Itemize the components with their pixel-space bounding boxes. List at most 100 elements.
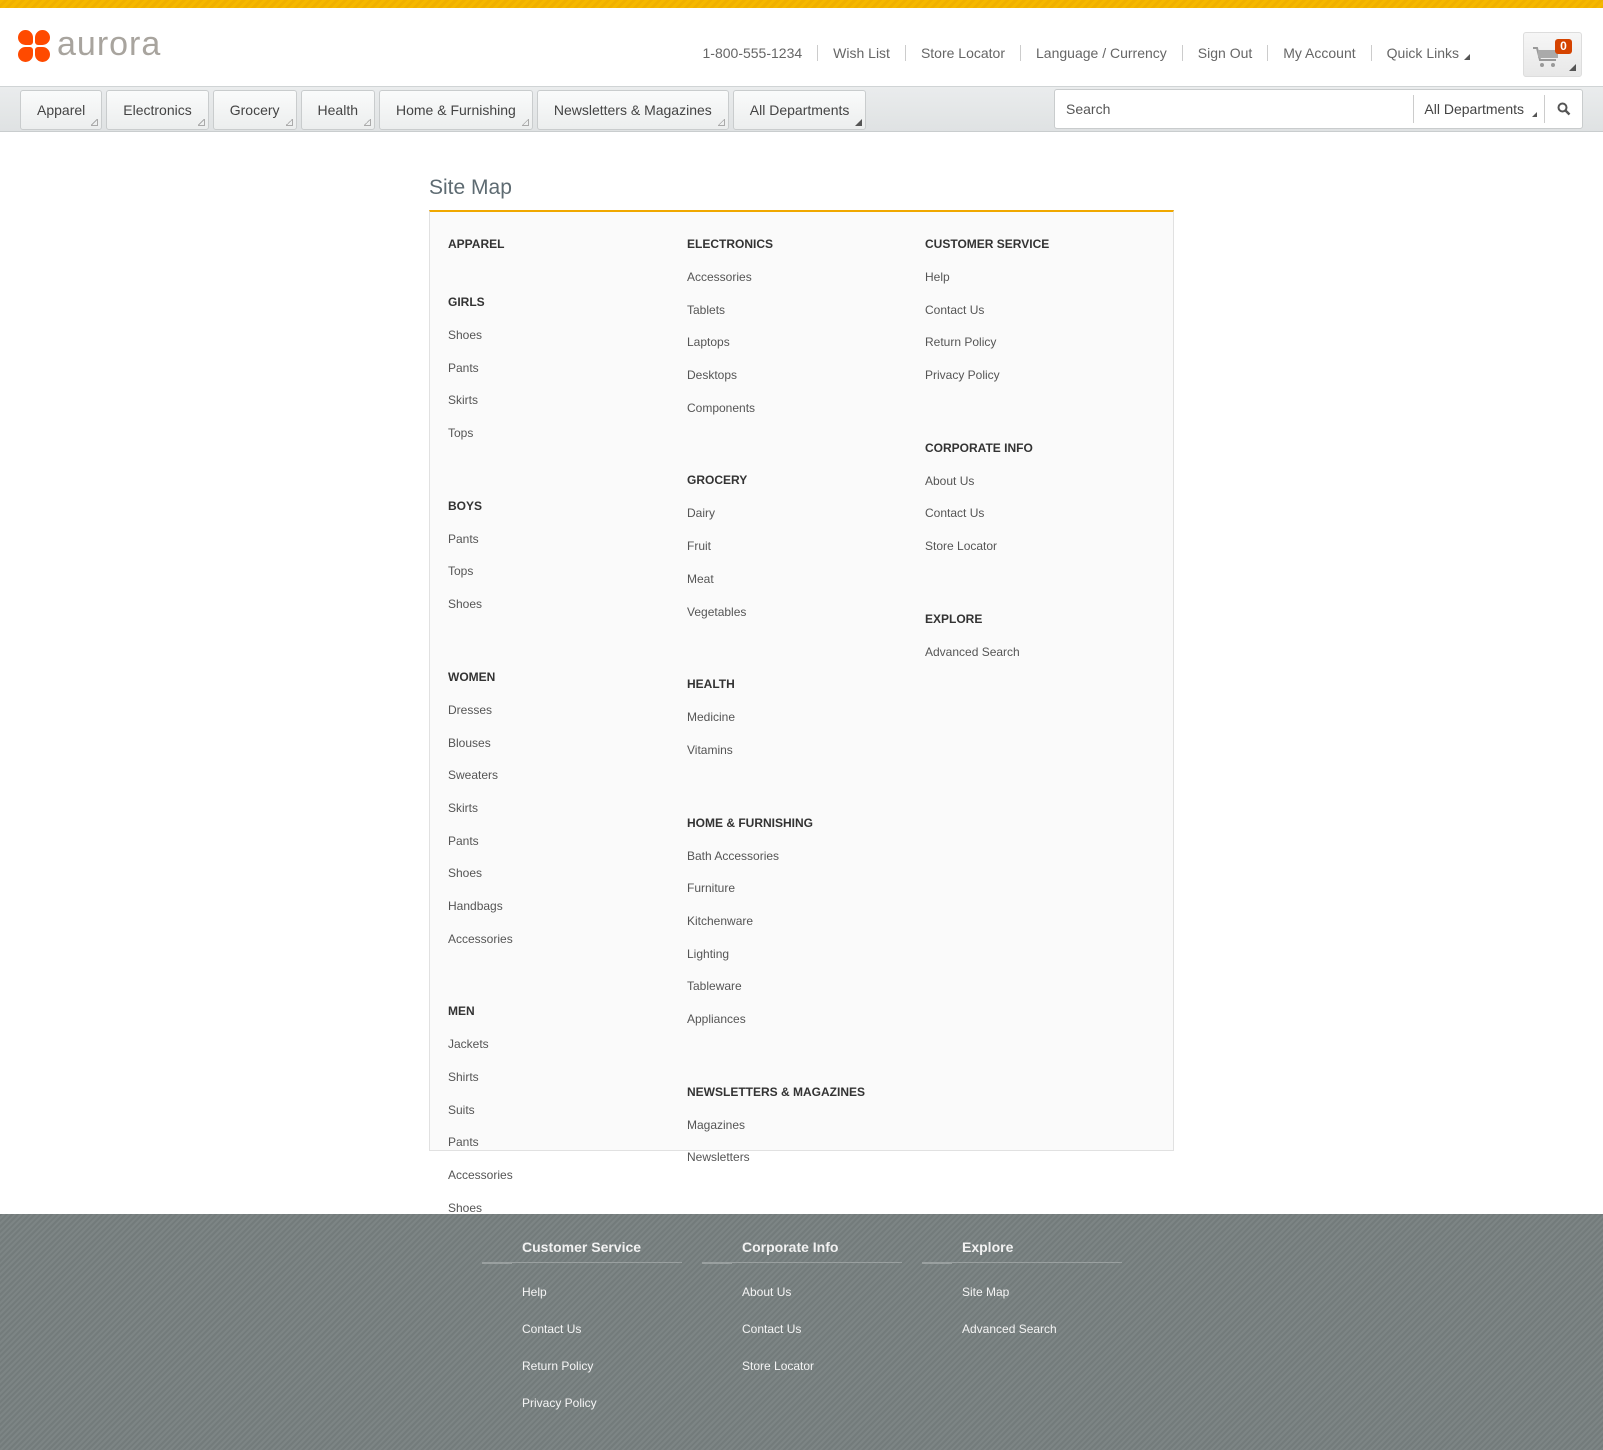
sitemap-section-electronics[interactable]: ELECTRONICS — [687, 212, 865, 270]
sitemap-link-dresses[interactable]: Dresses — [448, 703, 513, 736]
footer-link-return-policy[interactable]: Return Policy — [482, 1359, 682, 1396]
dept-tab-electronics[interactable]: Electronics — [106, 90, 209, 130]
sitemap-link-pants[interactable]: Pants — [448, 361, 513, 394]
quick-links-dropdown[interactable]: Quick Links — [1370, 45, 1485, 61]
sitemap-link-dairy[interactable]: Dairy — [687, 506, 865, 539]
wish-list-link[interactable]: Wish List — [817, 45, 905, 61]
sitemap-link-help[interactable]: Help — [925, 270, 1049, 303]
footer-link-contact-us[interactable]: Contact Us — [482, 1322, 682, 1359]
sitemap-section-men[interactable]: MEN — [448, 979, 513, 1037]
store-locator-link[interactable]: Store Locator — [904, 45, 1020, 61]
sitemap-section-home-and-furnishing[interactable]: HOME & FURNISHING — [687, 791, 865, 849]
sitemap-link-accessories[interactable]: Accessories — [687, 270, 865, 303]
footer-link-about-us[interactable]: About Us — [702, 1285, 902, 1322]
footer-link-privacy-policy[interactable]: Privacy Policy — [482, 1396, 682, 1433]
dept-tab-newsletters-magazines[interactable]: Newsletters & Magazines — [536, 90, 729, 130]
sitemap-link-contact-us[interactable]: Contact Us — [925, 506, 1049, 539]
footer-link-help[interactable]: Help — [482, 1285, 682, 1322]
sign-out-link[interactable]: Sign Out — [1181, 45, 1267, 61]
footer-link-list: About Us Contact Us Store Locator — [702, 1263, 902, 1396]
footer-heading-explore: Explore — [922, 1239, 1122, 1264]
sitemap-link-lighting[interactable]: Lighting — [687, 947, 865, 980]
dept-tab-home-furnishing[interactable]: Home & Furnishing — [379, 90, 533, 130]
sitemap-link-shoes[interactable]: Shoes — [448, 597, 513, 630]
sitemap-link-pants[interactable]: Pants — [448, 1135, 513, 1168]
footer-link-list: Help Contact Us Return Policy Privacy Polic… — [482, 1263, 682, 1433]
sitemap-link-shoes[interactable]: Shoes — [448, 866, 513, 899]
sitemap-section-girls[interactable]: GIRLS — [448, 270, 513, 328]
sitemap-section-women[interactable]: WOMEN — [448, 645, 513, 703]
dept-tab-grocery[interactable]: Grocery — [212, 90, 297, 130]
my-account-link[interactable]: My Account — [1267, 45, 1370, 61]
footer-link-site-map[interactable]: Site Map — [922, 1285, 1122, 1322]
search-department-select[interactable]: All Departments — [1413, 95, 1544, 123]
cart-button[interactable]: 0 — [1523, 32, 1582, 77]
search-bar: All Departments — [1054, 89, 1583, 129]
sitemap-link-pants[interactable]: Pants — [448, 532, 513, 565]
sitemap-link-handbags[interactable]: Handbags — [448, 899, 513, 932]
sitemap-link-tableware[interactable]: Tableware — [687, 979, 865, 1012]
sitemap-column-1: APPAREL GIRLS Shoes Pants Skirts Tops BOYS Pant… — [448, 212, 513, 1233]
sitemap-link-pants[interactable]: Pants — [448, 834, 513, 867]
phone-number[interactable]: 1-800-555-1234 — [688, 45, 818, 61]
sitemap-link-skirts[interactable]: Skirts — [448, 801, 513, 834]
sitemap-link-advanced-search[interactable]: Advanced Search — [925, 645, 1049, 678]
sitemap-link-contact-us[interactable]: Contact Us — [925, 303, 1049, 336]
sitemap-section-boys[interactable]: BOYS — [448, 474, 513, 532]
sitemap-link-accessories[interactable]: Accessories — [448, 932, 513, 965]
sitemap-section-customer-service[interactable]: CUSTOMER SERVICE — [925, 212, 1049, 270]
sitemap-link-newsletters[interactable]: Newsletters — [687, 1150, 865, 1183]
footer-column-explore: Explore Site Map Advanced Search — [922, 1239, 1122, 1359]
sitemap-section-grocery[interactable]: GROCERY — [687, 448, 865, 506]
sitemap-section-apparel[interactable]: APPAREL — [448, 212, 513, 270]
sitemap-section-newsletters-and-magazines[interactable]: NEWSLETTERS & MAGAZINES — [687, 1060, 865, 1118]
dept-tab-apparel[interactable]: Apparel — [20, 90, 103, 130]
sitemap-section-explore[interactable]: EXPLORE — [925, 587, 1049, 645]
header: aurora 1-800-555-1234 Wish List Store Lo… — [0, 8, 1603, 86]
footer-link-contact-us[interactable]: Contact Us — [702, 1322, 902, 1359]
logo-icon — [18, 30, 50, 62]
sitemap-link-components[interactable]: Components — [687, 401, 865, 434]
sitemap-link-shoes[interactable]: Shoes — [448, 328, 513, 361]
search-button[interactable] — [1544, 95, 1582, 123]
sitemap-link-jackets[interactable]: Jackets — [448, 1037, 513, 1070]
language-currency-link[interactable]: Language / Currency — [1020, 45, 1182, 61]
sitemap-link-suits[interactable]: Suits — [448, 1103, 513, 1136]
sitemap-link-skirts[interactable]: Skirts — [448, 393, 513, 426]
sitemap-link-kitchenware[interactable]: Kitchenware — [687, 914, 865, 947]
sitemap-link-magazines[interactable]: Magazines — [687, 1118, 865, 1151]
sitemap-section-health[interactable]: HEALTH — [687, 652, 865, 710]
sitemap-link-laptops[interactable]: Laptops — [687, 335, 865, 368]
sitemap-link-tablets[interactable]: Tablets — [687, 303, 865, 336]
footer-link-advanced-search[interactable]: Advanced Search — [922, 1322, 1122, 1359]
footer-link-store-locator[interactable]: Store Locator — [702, 1359, 902, 1396]
dept-tab-health[interactable]: Health — [300, 90, 375, 130]
sitemap-link-medicine[interactable]: Medicine — [687, 710, 865, 743]
sitemap-link-store-locator[interactable]: Store Locator — [925, 539, 1049, 572]
sitemap-link-about-us[interactable]: About Us — [925, 474, 1049, 507]
sitemap-section-corporate-info[interactable]: CORPORATE INFO — [925, 416, 1049, 474]
sitemap-link-appliances[interactable]: Appliances — [687, 1012, 865, 1045]
sitemap-link-sweaters[interactable]: Sweaters — [448, 768, 513, 801]
sitemap-link-desktops[interactable]: Desktops — [687, 368, 865, 401]
search-input[interactable] — [1055, 90, 1414, 128]
sitemap-link-shirts[interactable]: Shirts — [448, 1070, 513, 1103]
sitemap-link-blouses[interactable]: Blouses — [448, 736, 513, 769]
sitemap-link-vegetables[interactable]: Vegetables — [687, 605, 865, 638]
sitemap-link-tops[interactable]: Tops — [448, 564, 513, 597]
sitemap-link-accessories[interactable]: Accessories — [448, 1168, 513, 1201]
sitemap-link-bath-accessories[interactable]: Bath Accessories — [687, 849, 865, 882]
sitemap-link-vitamins[interactable]: Vitamins — [687, 743, 865, 776]
logo[interactable]: aurora — [18, 27, 161, 62]
sitemap-link-furniture[interactable]: Furniture — [687, 881, 865, 914]
dept-tab-all-departments[interactable]: All Departments — [732, 90, 867, 130]
sitemap-link-tops[interactable]: Tops — [448, 426, 513, 459]
sitemap-link-return-policy[interactable]: Return Policy — [925, 335, 1049, 368]
sitemap-link-fruit[interactable]: Fruit — [687, 539, 865, 572]
sitemap-link-meat[interactable]: Meat — [687, 572, 865, 605]
footer-heading-corporate-info: Corporate Info — [702, 1239, 902, 1264]
sitemap-link-privacy-policy[interactable]: Privacy Policy — [925, 368, 1049, 401]
